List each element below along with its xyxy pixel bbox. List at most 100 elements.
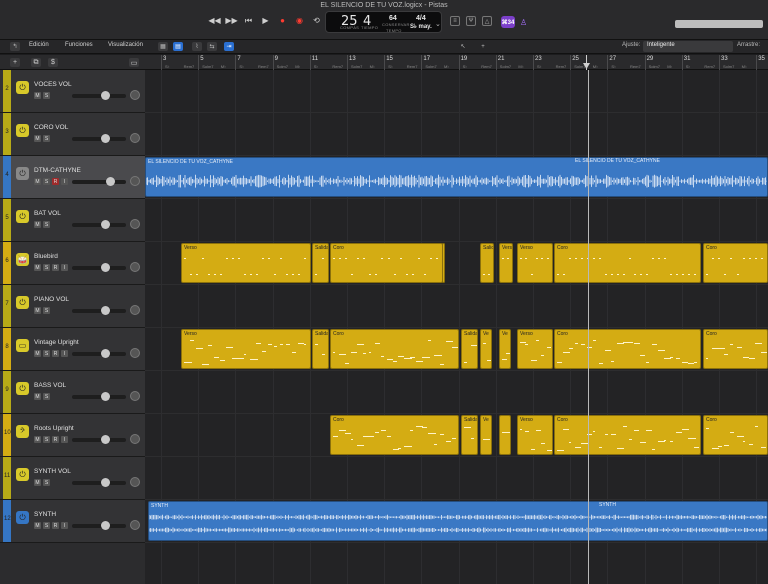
track-name[interactable]: Bluebird bbox=[34, 253, 58, 260]
track-lane[interactable] bbox=[145, 199, 768, 242]
track-header[interactable]: 9 ⏻ BASS VOL M S bbox=[0, 371, 145, 414]
mute-button[interactable]: M bbox=[34, 135, 41, 142]
track-name[interactable]: SYNTH VOL bbox=[34, 468, 71, 475]
midi-region[interactable]: Verso bbox=[499, 243, 513, 283]
solo-button[interactable]: S bbox=[43, 436, 50, 443]
playhead[interactable] bbox=[588, 70, 589, 584]
metronome-icon[interactable]: △ bbox=[482, 16, 492, 26]
menu-view[interactable]: Visualización bbox=[108, 42, 143, 48]
pan-knob[interactable] bbox=[130, 348, 140, 358]
track-header[interactable]: 12 ⏻ SYNTH M S R I bbox=[0, 500, 145, 543]
pan-knob[interactable] bbox=[130, 305, 140, 315]
track-name[interactable]: PIANO VOL bbox=[34, 296, 69, 303]
track-settings-icon[interactable]: ▭ bbox=[129, 58, 139, 67]
timeline-ruler[interactable]: 3 5 7 9 11 13 15 17 19 21 23 25 27 29 31 33 35 S♭ Rem7 Solm… bbox=[145, 55, 768, 70]
track-name[interactable]: BAT VOL bbox=[34, 210, 61, 217]
mute-button[interactable]: M bbox=[34, 307, 41, 314]
pan-knob[interactable] bbox=[130, 520, 140, 530]
pan-knob[interactable] bbox=[130, 176, 140, 186]
pan-knob[interactable] bbox=[130, 219, 140, 229]
midi-region[interactable]: Coro bbox=[330, 329, 459, 369]
volume-fader[interactable] bbox=[72, 94, 126, 98]
midi-region[interactable]: Coro bbox=[554, 243, 701, 283]
mute-button[interactable]: M bbox=[34, 221, 41, 228]
midi-region[interactable]: Salida bbox=[461, 415, 478, 455]
track-lane[interactable] bbox=[145, 457, 768, 500]
track-header[interactable]: 7 ⏻ PIANO VOL M S bbox=[0, 285, 145, 328]
mute-button[interactable]: M bbox=[34, 522, 41, 529]
track-header[interactable]: 4 ⏻ DTM-CATHYNE M S R I bbox=[0, 156, 145, 199]
menu-functions[interactable]: Funciones bbox=[65, 42, 93, 48]
solo-button[interactable]: S bbox=[43, 178, 50, 185]
volume-fader-knob[interactable] bbox=[101, 91, 111, 100]
input-monitor-button[interactable]: I bbox=[61, 436, 68, 443]
track-name[interactable]: DTM-CATHYNE bbox=[34, 167, 81, 174]
fast-forward-icon[interactable]: ▶▶ bbox=[225, 14, 238, 27]
track-name[interactable]: SYNTH bbox=[34, 511, 56, 518]
record-enable-button[interactable]: R bbox=[52, 350, 59, 357]
marquee-tool-icon[interactable]: + bbox=[478, 42, 488, 51]
midi-region[interactable]: Coro bbox=[554, 415, 701, 455]
track-name[interactable]: Roots Upright bbox=[34, 425, 74, 432]
go-to-start-icon[interactable]: ⏮ bbox=[242, 14, 255, 27]
automation-icon[interactable]: ⌇ bbox=[192, 42, 202, 51]
midi-region[interactable]: Verso bbox=[517, 329, 553, 369]
record-enable-button[interactable]: R bbox=[52, 522, 59, 529]
volume-fader[interactable] bbox=[72, 137, 126, 141]
track-header[interactable]: 3 ⏻ CORO VOL M S bbox=[0, 113, 145, 156]
input-monitor-button[interactable]: I bbox=[61, 264, 68, 271]
mute-button[interactable]: M bbox=[34, 92, 41, 99]
track-header[interactable]: 5 ⏻ BAT VOL M S bbox=[0, 199, 145, 242]
volume-fader-knob[interactable] bbox=[101, 263, 111, 272]
mute-button[interactable]: M bbox=[34, 350, 41, 357]
solo-button[interactable]: S bbox=[43, 221, 50, 228]
track-lane[interactable] bbox=[145, 285, 768, 328]
solo-button[interactable]: S bbox=[43, 350, 50, 357]
tuning-fork-icon[interactable]: Ψ bbox=[466, 16, 476, 26]
pan-knob[interactable] bbox=[130, 434, 140, 444]
volume-fader[interactable] bbox=[72, 352, 126, 356]
audio-region[interactable]: EL SILENCIO DE TU VOZ_CATHYNE bbox=[145, 157, 768, 197]
capture-record-icon[interactable]: ◉ bbox=[293, 14, 306, 27]
input-monitor-button[interactable]: I bbox=[61, 522, 68, 529]
midi-region[interactable]: Salida bbox=[312, 243, 329, 283]
snap-select[interactable]: Inteligente bbox=[643, 41, 733, 52]
track-lane[interactable] bbox=[145, 113, 768, 156]
audio-region[interactable]: SYNTH bbox=[148, 501, 768, 541]
midi-region[interactable]: Salida bbox=[312, 329, 329, 369]
track-header[interactable]: 10 𝄢 Roots Upright M S R I bbox=[0, 414, 145, 457]
chevron-down-icon[interactable]: ⌄ bbox=[435, 20, 441, 28]
midi-region[interactable]: Verso bbox=[517, 243, 553, 283]
grid-view-icon[interactable]: ▦ bbox=[158, 42, 168, 51]
arrange-area[interactable]: EL SILENCIO DE TU VOZ_CATHYNE EL SILENCIO… bbox=[145, 70, 768, 584]
cycle-icon[interactable]: ⟲ bbox=[310, 14, 323, 27]
midi-region[interactable]: Coro bbox=[330, 415, 459, 455]
solo-button[interactable]: S bbox=[43, 92, 50, 99]
mute-button[interactable]: M bbox=[34, 436, 41, 443]
solo-button[interactable]: S bbox=[43, 479, 50, 486]
volume-fader[interactable] bbox=[72, 395, 126, 399]
track-header[interactable]: 8 ▭ Vintage Upright M S R I bbox=[0, 328, 145, 371]
mute-button[interactable]: M bbox=[34, 264, 41, 271]
record-icon[interactable]: ● bbox=[276, 14, 289, 27]
midi-region[interactable]: Coro bbox=[703, 243, 768, 283]
global-tracks-icon[interactable]: $ bbox=[48, 58, 58, 67]
volume-fader-knob[interactable] bbox=[101, 521, 111, 530]
midi-region[interactable]: Coro bbox=[703, 329, 768, 369]
window-control-bar[interactable] bbox=[675, 20, 763, 28]
volume-fader[interactable] bbox=[72, 266, 126, 270]
back-icon[interactable]: ↰ bbox=[10, 42, 20, 51]
volume-fader-knob[interactable] bbox=[101, 306, 111, 315]
track-options-icon[interactable]: ⧉ bbox=[31, 58, 41, 67]
track-header[interactable]: 2 ⏻ VOCES VOL M S bbox=[0, 70, 145, 113]
midi-region[interactable]: Salida bbox=[461, 329, 478, 369]
solo-button[interactable]: S bbox=[43, 264, 50, 271]
mute-button[interactable]: M bbox=[34, 393, 41, 400]
catch-playhead-icon[interactable]: ⇥ bbox=[224, 42, 234, 51]
track-name[interactable]: BASS VOL bbox=[34, 382, 66, 389]
pan-knob[interactable] bbox=[130, 133, 140, 143]
flex-view-icon[interactable]: ▤ bbox=[173, 42, 183, 51]
midi-region[interactable]: Verso bbox=[181, 329, 311, 369]
midi-region[interactable] bbox=[499, 415, 511, 455]
midi-region[interactable]: Coro bbox=[554, 329, 701, 369]
